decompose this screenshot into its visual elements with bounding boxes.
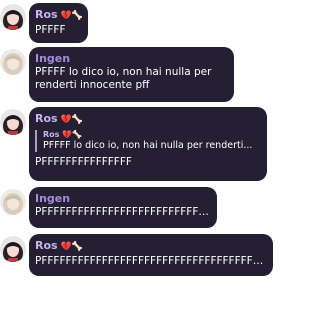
reply-text: PFFFF lo dico io, non hai nulla per rend… xyxy=(43,140,253,151)
message-text: PFFFF xyxy=(35,24,66,36)
reply-sender-name: Ros 💔🦴 xyxy=(43,130,83,139)
avatar[interactable] xyxy=(0,4,26,30)
avatar[interactable] xyxy=(0,49,26,75)
light-haired-avatar-icon xyxy=(0,49,26,75)
avatar[interactable] xyxy=(0,236,26,262)
sender-name[interactable]: Ros 💔🦴 xyxy=(35,239,265,254)
message-text: PFFFFFFFFFFFFFFF xyxy=(35,156,132,168)
dark-haired-avatar-icon xyxy=(0,4,26,30)
sender-name[interactable]: Ros 💔🦴 xyxy=(35,112,259,127)
message-text: PFFFF lo dico io, non hai nulla per rend… xyxy=(35,66,212,91)
sender-emoji: 💔🦴 xyxy=(60,242,83,252)
message-bubble[interactable]: Ros 💔🦴 PFFFFFFFFFFFFFFFFFFFFFFFFFFFFFFFFF… xyxy=(29,234,273,276)
reply-sender-emoji: 💔🦴 xyxy=(62,130,83,139)
dark-haired-avatar-icon xyxy=(0,236,26,262)
message-bubble[interactable]: Ingen PFFFFFFFFFFFFFFFFFFFFFFFFFFFF xyxy=(29,187,217,228)
avatar[interactable] xyxy=(0,109,26,135)
message-text: PFFFFFFFFFFFFFFFFFFFFFFFFFFFFFFFFFFFF... xyxy=(35,255,265,267)
message-bubble[interactable]: Ingen PFFFF lo dico io, non hai nulla pe… xyxy=(29,47,234,102)
sender-name[interactable]: Ingen xyxy=(35,192,209,205)
message-text: PFFFFFFFFFFFFFFFFFFFFFFFFFFFF xyxy=(35,206,209,218)
reply-quote[interactable]: Ros 💔🦴 PFFFF lo dico io, non hai nulla pe… xyxy=(35,130,259,152)
sender-name[interactable]: Ingen xyxy=(35,52,226,65)
sender-emoji: 💔🦴 xyxy=(60,11,83,21)
sender-emoji: 💔🦴 xyxy=(60,115,83,125)
avatar[interactable] xyxy=(0,189,26,215)
message-bubble[interactable]: Ros 💔🦴 PFFFF xyxy=(29,3,88,43)
dark-haired-avatar-icon xyxy=(0,109,26,135)
message-bubble[interactable]: Ros 💔🦴 Ros 💔🦴 PFFFF lo dico io, non hai nu… xyxy=(29,107,267,181)
light-haired-avatar-icon xyxy=(0,189,26,215)
sender-name[interactable]: Ros 💔🦴 xyxy=(35,8,83,23)
